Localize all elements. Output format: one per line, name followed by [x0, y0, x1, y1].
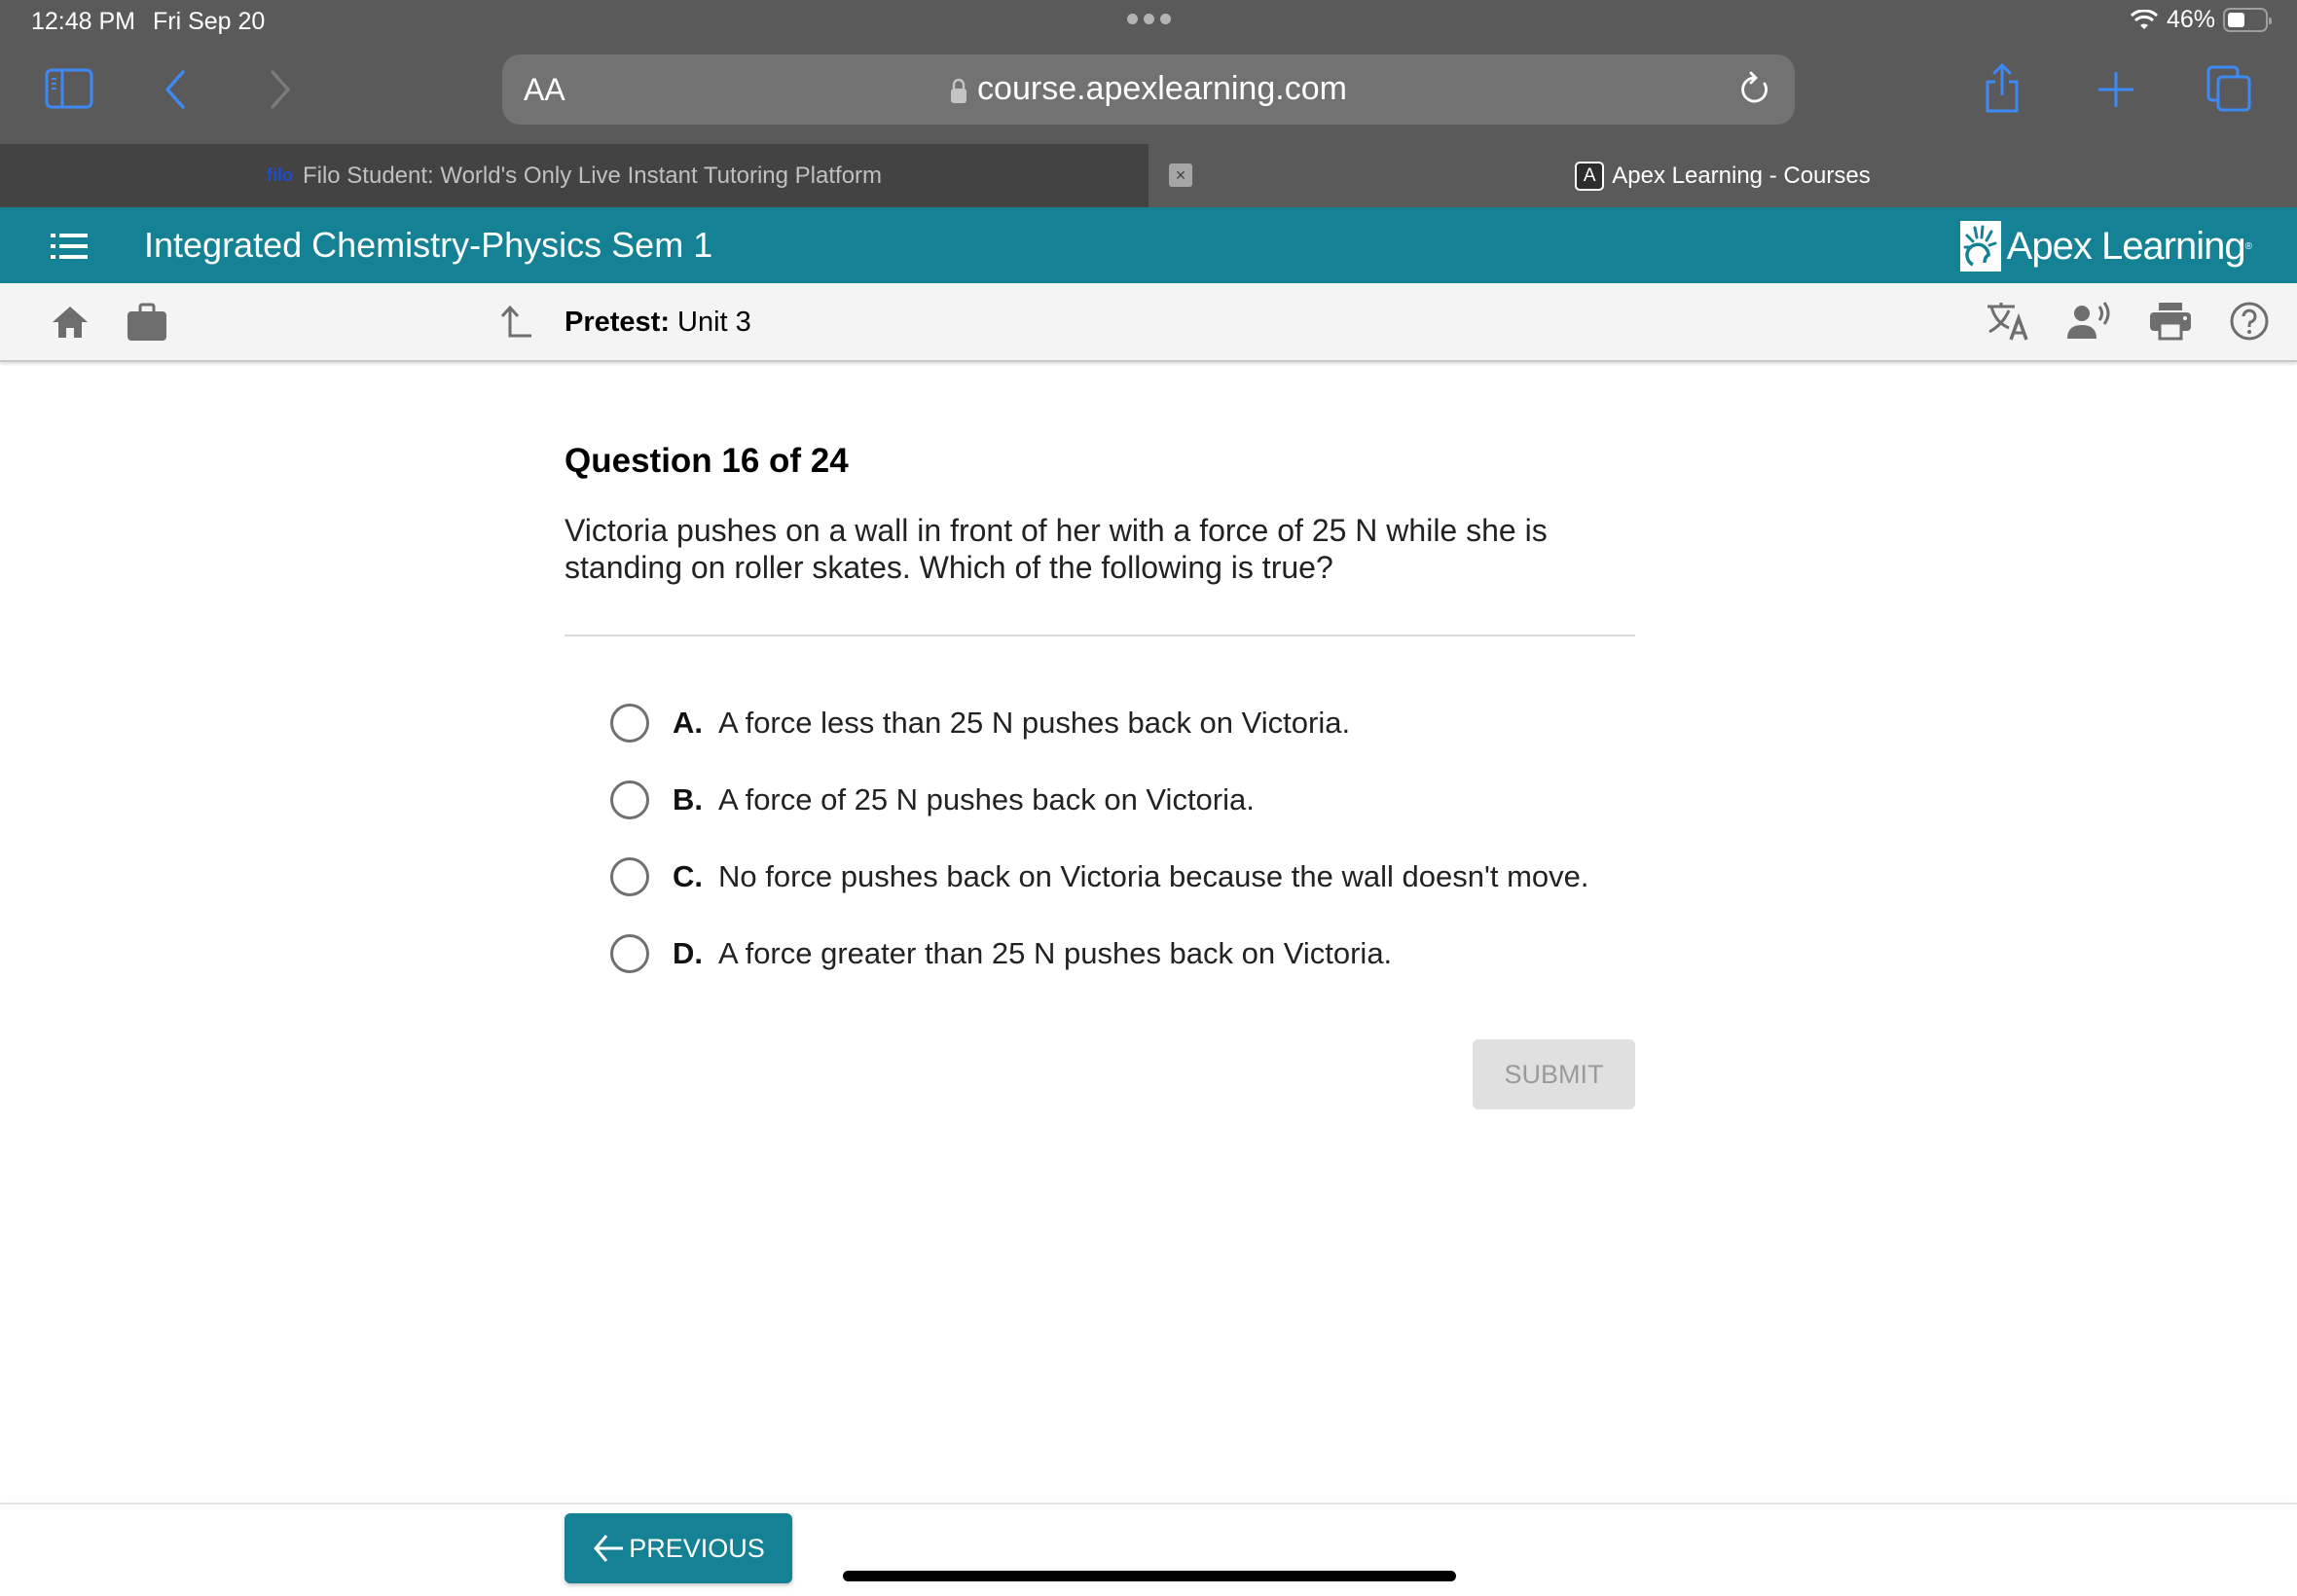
course-title: Integrated Chemistry-Physics Sem 1	[144, 225, 713, 265]
tab-apex[interactable]: A Apex Learning - Courses	[1148, 144, 2297, 207]
tabs-overview-icon[interactable]	[2206, 64, 2252, 113]
share-icon[interactable]	[1982, 62, 2023, 115]
breadcrumb-value: Unit 3	[677, 307, 751, 338]
wifi-icon	[2130, 9, 2158, 29]
course-menu-icon[interactable]	[51, 233, 88, 265]
up-level-icon[interactable]	[498, 305, 533, 345]
radio-button[interactable]	[610, 780, 649, 819]
answer-option-a[interactable]: A. A force less than 25 N pushes back on…	[610, 684, 1589, 761]
answer-option-d[interactable]: D. A force greater than 25 N pushes back…	[610, 915, 1589, 992]
browser-chrome: 12:48 PM Fri Sep 20 46% AA course.apexle…	[0, 0, 2297, 144]
status-time: 12:48 PM	[31, 8, 136, 35]
activity-toolbar: Pretest: Unit 3	[0, 283, 2297, 362]
url-text[interactable]: course.apexlearning.com	[977, 70, 1347, 107]
option-text: No force pushes back on Victoria because…	[718, 858, 1589, 893]
status-date: Fri Sep 20	[153, 8, 266, 35]
status-indicators: 46%	[2130, 6, 2272, 34]
arrow-left-icon	[594, 1535, 624, 1562]
tab-bar: filo Filo Student: World's Only Live Ins…	[0, 144, 2297, 207]
answer-option-c[interactable]: C. No force pushes back on Victoria beca…	[610, 838, 1589, 915]
divider	[565, 635, 1635, 636]
help-icon[interactable]	[2229, 301, 2270, 346]
breadcrumb: Pretest: Unit 3	[565, 307, 751, 339]
back-icon[interactable]	[164, 70, 187, 109]
briefcase-icon[interactable]	[127, 303, 167, 346]
filo-favicon-icon: filo	[266, 165, 293, 185]
tab-label: Apex Learning - Courses	[1612, 162, 1871, 189]
read-aloud-icon[interactable]	[2067, 302, 2112, 345]
footer-divider	[0, 1503, 2297, 1505]
forward-icon[interactable]	[269, 70, 292, 109]
radio-button[interactable]	[610, 703, 649, 743]
tab-close-icon[interactable]: ×	[1169, 163, 1192, 187]
home-icon[interactable]	[51, 305, 90, 345]
tab-filo[interactable]: filo Filo Student: World's Only Live Ins…	[0, 144, 1148, 207]
radio-button[interactable]	[610, 856, 649, 896]
option-text: A force less than 25 N pushes back on Vi…	[718, 705, 1351, 740]
translate-icon[interactable]	[1986, 301, 2030, 346]
battery-percent: 46%	[2166, 6, 2215, 33]
multitasking-dots[interactable]	[1127, 14, 1171, 24]
question-title: Question 16 of 24	[565, 442, 849, 480]
answer-options: A. A force less than 25 N pushes back on…	[610, 684, 1589, 992]
breadcrumb-label: Pretest:	[565, 307, 670, 338]
option-letter: C.	[673, 858, 703, 893]
new-tab-icon[interactable]	[2096, 70, 2135, 109]
previous-button[interactable]: PREVIOUS	[565, 1513, 792, 1583]
sidebar-toggle-icon[interactable]	[45, 68, 93, 109]
radio-button[interactable]	[610, 933, 649, 973]
brand-name: Apex Learning	[2006, 224, 2246, 268]
option-text: A force greater than 25 N pushes back on…	[718, 935, 1393, 970]
option-letter: B.	[673, 781, 703, 816]
previous-label: PREVIOUS	[629, 1533, 765, 1563]
print-icon[interactable]	[2149, 302, 2192, 345]
home-indicator[interactable]	[843, 1571, 1456, 1581]
apex-logo: Apex Learning ®	[1959, 221, 2252, 272]
option-letter: A.	[673, 705, 703, 740]
address-bar[interactable]: AA course.apexlearning.com	[502, 54, 1795, 125]
submit-button[interactable]: SUBMIT	[1473, 1039, 1635, 1109]
lock-icon	[951, 78, 967, 104]
apex-favicon-icon: A	[1575, 161, 1605, 191]
option-text: A force of 25 N pushes back on Victoria.	[718, 781, 1255, 816]
question-text: Victoria pushes on a wall in front of he…	[565, 513, 1548, 585]
answer-option-b[interactable]: B. A force of 25 N pushes back on Victor…	[610, 761, 1589, 838]
battery-icon	[2223, 8, 2272, 32]
course-header: Integrated Chemistry-Physics Sem 1 Apex …	[0, 207, 2297, 283]
apex-logo-icon	[1959, 221, 2001, 272]
option-letter: D.	[673, 935, 703, 970]
tab-label: Filo Student: World's Only Live Instant …	[302, 162, 883, 189]
reload-icon[interactable]	[1738, 70, 1773, 114]
